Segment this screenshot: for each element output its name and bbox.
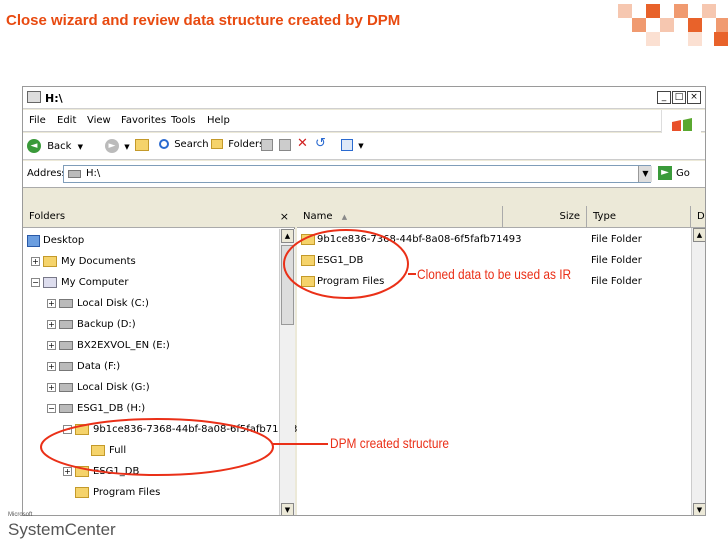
highlight-ellipse-files — [283, 229, 409, 299]
annotation-overlay — [40, 229, 416, 476]
brand-microsoft: Microsoft — [8, 512, 33, 518]
highlight-ellipse-tree — [40, 418, 274, 476]
brand-systemcenter: SystemCenter — [8, 520, 116, 539]
slide: Close wizard and review data structure c… — [0, 0, 728, 546]
callout-dpm-structure: DPM created structure — [330, 435, 450, 451]
callout-cloned-data: Cloned data to be used as IR — [417, 266, 572, 282]
